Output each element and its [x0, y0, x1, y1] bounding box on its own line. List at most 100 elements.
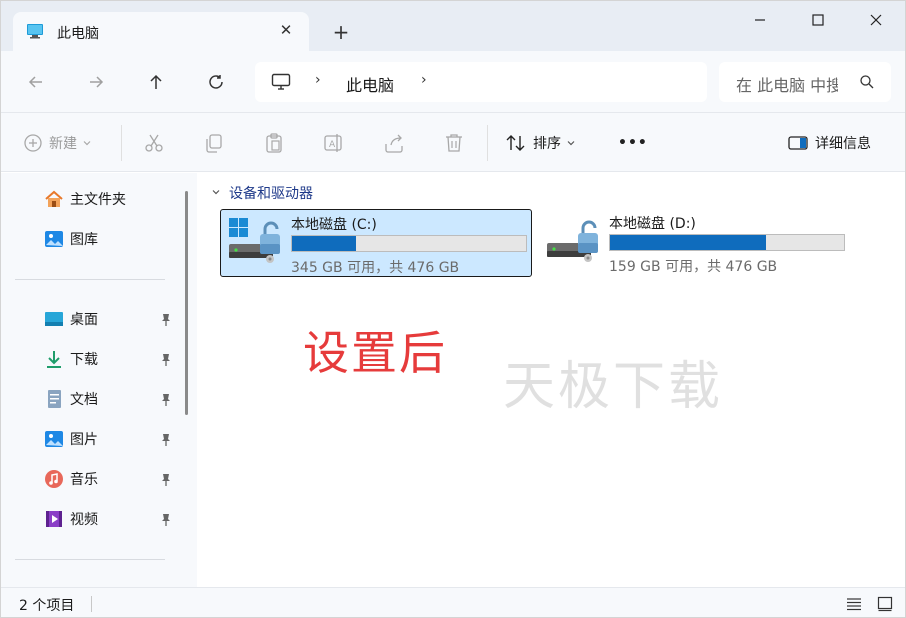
list-view-icon: [847, 598, 861, 611]
maximize-button[interactable]: [789, 1, 847, 39]
forward-button[interactable]: [83, 69, 109, 95]
sidebar-item-desktop[interactable]: 桌面: [43, 307, 178, 331]
pin-icon[interactable]: [160, 392, 172, 411]
sidebar-item-label: 下载: [70, 352, 98, 368]
minimize-icon: [755, 19, 765, 21]
sidebar-item-music[interactable]: 音乐: [43, 467, 178, 491]
drive-usage-bar: [609, 234, 845, 251]
address-bar[interactable]: › 此电脑 ›: [255, 62, 707, 102]
search-icon: [859, 74, 875, 94]
sidebar-item-label: 图库: [70, 232, 98, 248]
gallery-icon: [43, 228, 65, 250]
breadcrumb-chevron-icon[interactable]: ›: [421, 72, 427, 88]
sidebar-item-label: 图片: [70, 432, 98, 448]
plus-circle-icon: [24, 134, 42, 152]
navigation-bar: › 此电脑 › 在 此电脑 中搜索: [1, 51, 905, 112]
divider: [487, 125, 488, 161]
sort-icon: [506, 135, 525, 151]
more-options-button[interactable]: •••: [618, 131, 648, 155]
drive-windows-icon: [227, 216, 285, 268]
status-divider: [91, 596, 92, 612]
maximize-icon: [812, 14, 824, 26]
rename-icon: A: [324, 134, 342, 152]
search-input[interactable]: 在 此电脑 中搜索: [736, 72, 838, 96]
sidebar-item-label: 主文件夹: [70, 192, 126, 208]
sidebar-item-pictures[interactable]: 图片: [43, 427, 178, 451]
drive-c[interactable]: 本地磁盘 (C:) 345 GB 可用，共 476 GB: [220, 209, 532, 277]
copy-button[interactable]: [203, 131, 225, 155]
status-bar: 2 个项目: [1, 587, 905, 617]
sidebar-item-videos[interactable]: 视频: [43, 507, 178, 531]
sidebar-item-label: 视频: [70, 512, 98, 528]
computer-icon: [26, 23, 44, 39]
drive-name: 本地磁盘 (C:): [291, 217, 377, 233]
drive-usage-bar: [291, 235, 527, 252]
details-label: 详细信息: [815, 136, 871, 152]
drive-d[interactable]: 本地磁盘 (D:) 159 GB 可用，共 476 GB: [539, 209, 851, 277]
close-window-button[interactable]: [847, 1, 905, 39]
sidebar-divider: [15, 279, 165, 280]
home-icon: [43, 188, 65, 210]
details-view-button[interactable]: [846, 596, 862, 612]
pin-icon[interactable]: [160, 512, 172, 531]
computer-outline-icon: [271, 73, 291, 95]
sidebar-item-downloads[interactable]: 下载: [43, 347, 178, 371]
pin-icon[interactable]: [160, 312, 172, 331]
sidebar-item-home[interactable]: 主文件夹: [43, 187, 178, 211]
paste-button[interactable]: [263, 131, 285, 155]
sort-label: 排序: [533, 136, 561, 152]
details-pane-icon: [788, 136, 808, 150]
command-bar: 新建 A 排序 ••• 详细信息: [1, 112, 905, 172]
music-icon: [43, 468, 65, 490]
tab-close-icon[interactable]: ✕: [277, 21, 295, 39]
sidebar-item-gallery[interactable]: 图库: [43, 227, 178, 251]
group-header-devices[interactable]: 设备和驱动器: [211, 183, 313, 203]
sidebar-divider: [15, 559, 165, 560]
new-button[interactable]: 新建: [23, 131, 92, 155]
copy-icon: [206, 134, 222, 153]
arrow-right-icon: [90, 76, 104, 88]
details-pane-button[interactable]: 详细信息: [787, 131, 871, 155]
sidebar-item-label: 桌面: [70, 312, 98, 328]
drive-usage-fill: [292, 236, 357, 251]
cut-button[interactable]: [143, 131, 165, 155]
arrow-up-icon: [150, 74, 162, 89]
item-count: 2 个项目: [19, 598, 75, 614]
breadcrumb-chevron-icon[interactable]: ›: [315, 72, 321, 88]
pictures-icon: [43, 428, 65, 450]
minimize-button[interactable]: [731, 1, 789, 39]
pin-icon[interactable]: [160, 472, 172, 491]
desktop-icon: [43, 308, 65, 330]
sort-button[interactable]: 排序: [505, 131, 576, 155]
back-button[interactable]: [23, 69, 49, 95]
tab-title: 此电脑: [57, 26, 99, 42]
watermark: 天极下载: [503, 357, 724, 417]
pin-icon[interactable]: [160, 352, 172, 371]
sidebar-item-documents[interactable]: 文档: [43, 387, 178, 411]
new-tab-button[interactable]: +: [329, 20, 353, 44]
search-box[interactable]: 在 此电脑 中搜索: [719, 62, 891, 102]
close-icon: [870, 14, 882, 26]
document-icon: [43, 388, 65, 410]
pin-icon[interactable]: [160, 432, 172, 451]
tab-this-pc[interactable]: 此电脑 ✕: [13, 12, 309, 51]
refresh-icon: [209, 75, 223, 89]
breadcrumb-this-pc[interactable]: 此电脑: [346, 72, 394, 96]
refresh-button[interactable]: [203, 69, 229, 95]
annotation-text: 设置后: [303, 326, 447, 380]
tiles-view-icon: [877, 596, 893, 612]
rename-button[interactable]: A: [323, 131, 345, 155]
new-label: 新建: [49, 136, 77, 152]
drive-space-info: 345 GB 可用，共 476 GB: [291, 260, 460, 276]
sidebar-item-label: 音乐: [70, 472, 98, 488]
sidebar-scrollbar[interactable]: [185, 191, 188, 415]
delete-button[interactable]: [443, 131, 465, 155]
scissors-icon: [145, 134, 163, 152]
chevron-down-icon: [567, 141, 575, 146]
up-button[interactable]: [143, 69, 169, 95]
svg-text:A: A: [329, 140, 336, 150]
tiles-view-button[interactable]: [877, 596, 893, 612]
video-icon: [43, 508, 65, 530]
share-button[interactable]: [383, 131, 405, 155]
drive-icon: [545, 215, 603, 267]
